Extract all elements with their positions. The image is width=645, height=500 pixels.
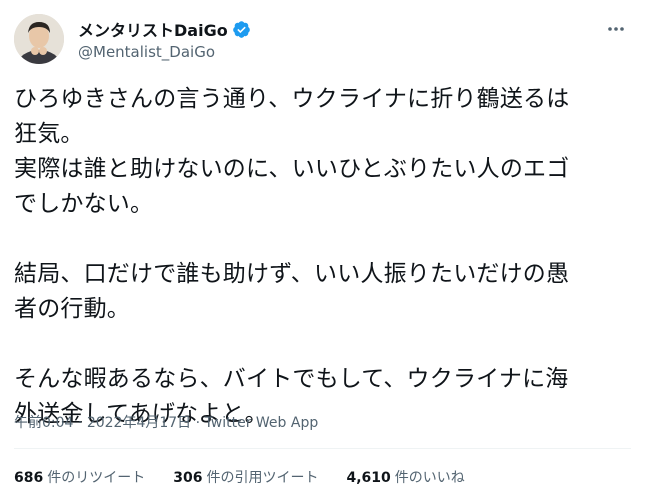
- tweet-line: 実際は誰と助けないのに、いいひとぶりたい人のエゴ: [14, 156, 570, 182]
- tweet-line: でしかない。: [14, 191, 154, 217]
- likes-count: 4,610: [346, 470, 391, 486]
- tweet-stats: 686 件のリツイート 306 件の引用ツイート 4,610 件のいいね: [14, 467, 493, 487]
- tweet-line: そんな暇あるなら、バイトでもして、ウクライナに海: [14, 366, 569, 392]
- tweet-line: ひろゆきさんの言う通り、ウクライナに折り鶴送るは: [14, 86, 570, 112]
- author-names: メンタリストDaiGo @Mentalist_DaiGo: [78, 18, 251, 61]
- tweet-line: 狂気。: [14, 121, 84, 147]
- tweet-meta: 午前0:04 · 2022年4月17日 · Twitter Web App: [14, 412, 318, 432]
- retweets-count: 686: [14, 470, 44, 486]
- quotes-label: 件の引用ツイート: [206, 470, 319, 486]
- verified-badge-icon: [232, 20, 250, 38]
- likes-stat[interactable]: 4,610 件のいいね: [346, 467, 464, 487]
- retweets-label: 件のリツイート: [47, 470, 146, 486]
- author-display-name[interactable]: メンタリストDaiGo: [78, 17, 228, 41]
- quotes-count: 306: [173, 470, 203, 486]
- tweet-text: ひろゆきさんの言う通り、ウクライナに折り鶴送るは 狂気。 実際は誰と助けないのに…: [14, 82, 634, 432]
- meta-separator: ·: [195, 415, 205, 431]
- tweet-source[interactable]: Twitter Web App: [205, 415, 319, 431]
- tweet-line: 者の行動。: [14, 296, 130, 322]
- divider: [14, 448, 631, 449]
- quotes-stat[interactable]: 306 件の引用ツイート: [173, 467, 318, 487]
- retweets-stat[interactable]: 686 件のリツイート: [14, 467, 145, 487]
- likes-label: 件のいいね: [394, 470, 465, 486]
- tweet-line: 結局、口だけで誰も助けず、いい人振りたいだけの愚: [14, 261, 570, 287]
- author-handle[interactable]: @Mentalist_DaiGo: [78, 43, 251, 61]
- tweet-paragraph-2: 結局、口だけで誰も助けず、いい人振りたいだけの愚 者の行動。: [14, 257, 634, 327]
- avatar-image: [14, 14, 64, 64]
- tweet-header: メンタリストDaiGo @Mentalist_DaiGo: [14, 14, 631, 66]
- tweet-card: メンタリストDaiGo @Mentalist_DaiGo ひろゆきさんの言う通り…: [0, 0, 645, 500]
- meta-separator: ·: [77, 415, 87, 431]
- avatar[interactable]: [14, 14, 64, 64]
- tweet-date[interactable]: 2022年4月17日: [87, 415, 191, 431]
- tweet-paragraph-1: ひろゆきさんの言う通り、ウクライナに折り鶴送るは 狂気。 実際は誰と助けないのに…: [14, 82, 634, 222]
- tweet-time[interactable]: 午前0:04: [14, 415, 73, 431]
- more-dots-icon[interactable]: [601, 14, 631, 44]
